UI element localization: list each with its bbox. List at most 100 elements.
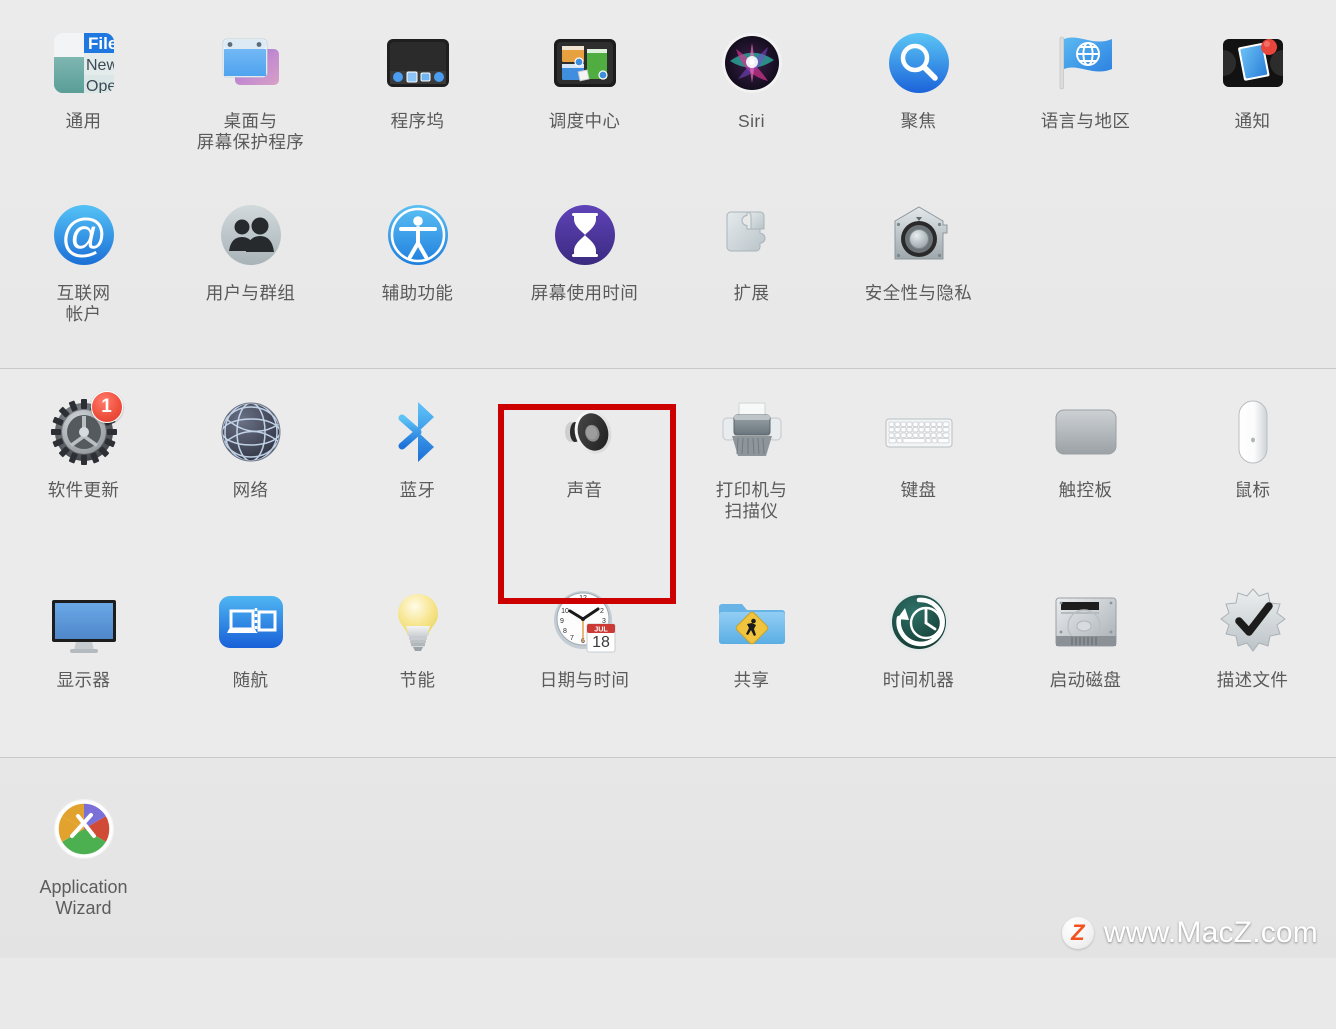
icon-row: 1 软件更新 <box>0 383 1336 573</box>
watermark-url: www.MacZ.com <box>1104 916 1318 950</box>
pref-item-software-update[interactable]: 1 软件更新 <box>0 383 167 573</box>
profiles-icon <box>1214 583 1292 661</box>
pref-item-energy-saver[interactable]: 节能 <box>334 573 501 745</box>
date-time-icon: 1212 345 678 91011 JUL <box>546 583 624 661</box>
pref-item-label: 蓝牙 <box>400 480 436 501</box>
pref-item-label: 日期与时间 <box>540 670 630 691</box>
pref-item-label: 共享 <box>734 670 770 691</box>
pref-item-label: 通用 <box>66 111 102 132</box>
svg-text:12: 12 <box>579 595 587 602</box>
pref-item-label: 互联网 帐户 <box>57 283 111 324</box>
mouse-icon <box>1214 393 1292 471</box>
icon-row: @ 互联网 帐户 <box>0 186 1336 358</box>
section-personal: File New Ope 通用 <box>0 0 1336 368</box>
trackpad-icon <box>1047 393 1125 471</box>
pref-item-date-time[interactable]: 1212 345 678 91011 JUL <box>501 573 668 745</box>
sharing-icon <box>713 583 791 661</box>
pref-item-extensions[interactable]: 扩展 <box>668 186 835 358</box>
pref-item-keyboard[interactable]: 键盘 <box>835 383 1002 573</box>
pref-item-desktop-screensaver[interactable]: 桌面与 屏幕保护程序 <box>167 14 334 186</box>
pref-item-profiles[interactable]: 描述文件 <box>1169 573 1336 745</box>
dock-icon <box>379 24 457 102</box>
pref-item-label: 键盘 <box>901 480 937 501</box>
pref-item-internet-accounts[interactable]: @ 互联网 帐户 <box>0 186 167 358</box>
pref-item-bluetooth[interactable]: 蓝牙 <box>334 383 501 573</box>
pref-item-label: 辅助功能 <box>382 283 454 304</box>
pref-item-label: 网络 <box>233 480 269 501</box>
pref-item-time-machine[interactable]: 时间机器 <box>835 573 1002 745</box>
svg-text:2: 2 <box>600 608 604 615</box>
icon-row: File New Ope 通用 <box>0 14 1336 186</box>
svg-text:Ope: Ope <box>86 78 116 95</box>
spotlight-icon <box>880 24 958 102</box>
general-icon: File New Ope <box>45 24 123 102</box>
pref-item-label: 聚焦 <box>901 111 937 132</box>
siri-icon <box>713 24 791 102</box>
pref-item-security-privacy[interactable]: 安全性与隐私 <box>835 186 1002 358</box>
svg-text:10: 10 <box>561 608 569 615</box>
pref-item-label: 显示器 <box>57 670 111 691</box>
pref-item-language-region[interactable]: 语言与地区 <box>1002 14 1169 186</box>
pref-item-siri[interactable]: Siri <box>668 14 835 186</box>
software-update-icon: 1 <box>45 393 123 471</box>
pref-item-notifications[interactable]: 通知 <box>1169 14 1336 186</box>
pref-item-label: 鼠标 <box>1235 480 1271 501</box>
mission-control-icon <box>546 24 624 102</box>
spacer-cell <box>1169 186 1336 358</box>
svg-text:11: 11 <box>568 599 575 606</box>
time-machine-icon <box>880 583 958 661</box>
calendar-day-text: 18 <box>592 634 610 651</box>
pref-item-general[interactable]: File New Ope 通用 <box>0 14 167 186</box>
displays-icon <box>45 583 123 661</box>
pref-item-label: 扩展 <box>734 283 770 304</box>
pref-item-screen-time[interactable]: 屏幕使用时间 <box>501 186 668 358</box>
sidecar-icon <box>212 583 290 661</box>
application-wizard-icon <box>45 790 123 868</box>
pref-item-network[interactable]: 网络 <box>167 383 334 573</box>
network-icon <box>212 393 290 471</box>
pref-item-printers-scanners[interactable]: 打印机与 扫描仪 <box>668 383 835 573</box>
language-region-icon <box>1047 24 1125 102</box>
bluetooth-icon <box>379 393 457 471</box>
pref-item-spotlight[interactable]: 聚焦 <box>835 14 1002 186</box>
pref-item-displays[interactable]: 显示器 <box>0 573 167 745</box>
svg-text:8: 8 <box>563 628 567 635</box>
pref-item-label: 通知 <box>1235 111 1271 132</box>
update-badge: 1 <box>91 391 123 423</box>
pref-item-startup-disk[interactable]: 启动磁盘 <box>1002 573 1169 745</box>
pref-item-mouse[interactable]: 鼠标 <box>1169 383 1336 573</box>
notifications-icon <box>1214 24 1292 102</box>
pref-item-accessibility[interactable]: 辅助功能 <box>334 186 501 358</box>
security-privacy-icon <box>880 196 958 274</box>
pref-item-sharing[interactable]: 共享 <box>668 573 835 745</box>
desktop-screensaver-icon <box>212 24 290 102</box>
pref-item-trackpad[interactable]: 触控板 <box>1002 383 1169 573</box>
icon-row: Application Wizard <box>0 780 1336 919</box>
watermark: Z www.MacZ.com <box>1062 916 1318 950</box>
svg-text:New: New <box>86 57 118 74</box>
pref-item-label: 声音 <box>567 480 603 501</box>
svg-text:File: File <box>88 34 117 53</box>
system-preferences-pane: File New Ope 通用 <box>0 0 1336 958</box>
pref-item-label: 启动磁盘 <box>1050 670 1122 691</box>
extensions-icon <box>713 196 791 274</box>
pref-item-label: 桌面与 屏幕保护程序 <box>197 111 304 152</box>
pref-item-mission-control[interactable]: 调度中心 <box>501 14 668 186</box>
screen-time-icon <box>546 196 624 274</box>
accessibility-icon <box>379 196 457 274</box>
spacer-cell <box>1002 186 1169 358</box>
pref-item-label: 屏幕使用时间 <box>531 283 638 304</box>
pref-item-label: 软件更新 <box>48 480 120 501</box>
pref-item-label: 时间机器 <box>883 670 955 691</box>
pref-item-sound[interactable]: 声音 <box>501 383 668 573</box>
pref-item-application-wizard[interactable]: Application Wizard <box>0 780 167 919</box>
pref-item-label: 随航 <box>233 670 269 691</box>
startup-disk-icon <box>1047 583 1125 661</box>
pref-item-users-groups[interactable]: 用户与群组 <box>167 186 334 358</box>
svg-text:1: 1 <box>593 599 597 606</box>
macz-logo-icon: Z <box>1062 917 1094 949</box>
pref-item-sidecar[interactable]: 随航 <box>167 573 334 745</box>
pref-item-dock[interactable]: 程序坞 <box>334 14 501 186</box>
pref-item-label: 触控板 <box>1059 480 1113 501</box>
icon-row: 显示器 <box>0 573 1336 745</box>
